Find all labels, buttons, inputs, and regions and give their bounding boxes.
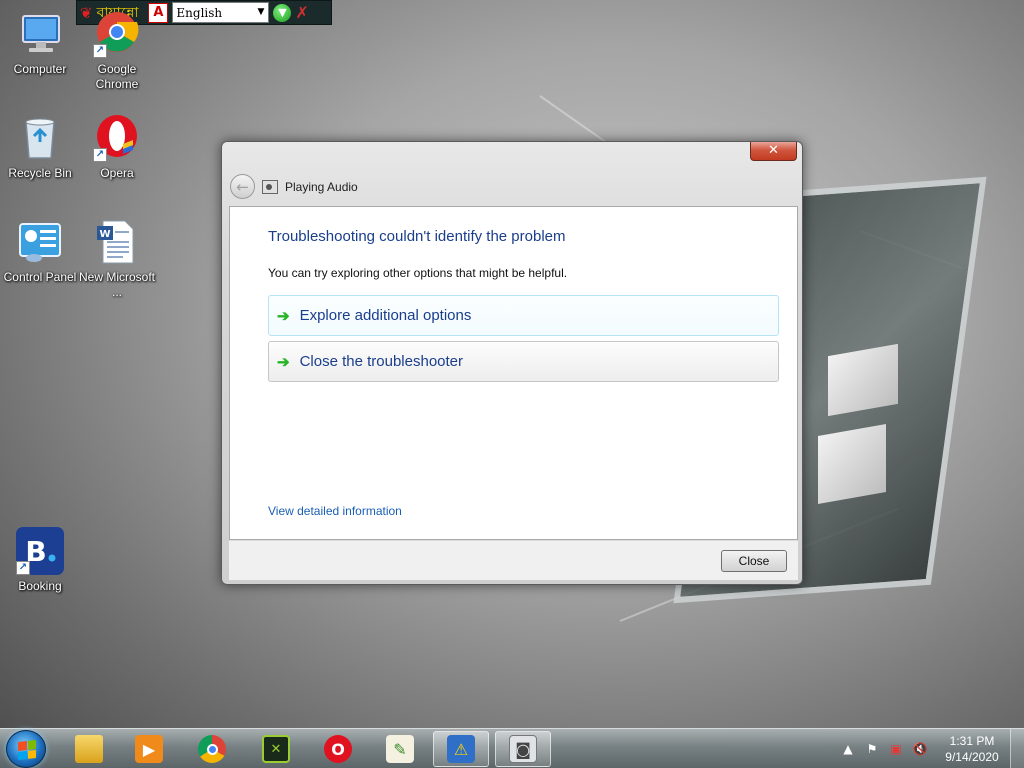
desktop-icon-label: Computer [13,62,67,76]
view-detailed-info-link[interactable]: View detailed information [268,504,402,518]
show-hidden-icons-arrow[interactable]: ▲ [840,741,856,757]
explore-options-link[interactable]: ➔ Explore additional options [268,295,779,336]
clock-time: 1:31 PM [949,734,995,748]
opera-icon: ↗ [93,114,141,162]
audio-troubleshooter-icon: ◙ [509,735,537,763]
booking-icon: B ↗ [16,527,64,575]
result-heading: Troubleshooting couldn't identify the pr… [268,228,566,245]
close-button[interactable]: Close [721,550,787,572]
back-arrow-icon: ← [236,177,249,196]
chrome-icon: ↗ [93,10,141,58]
desktop-icon-label: Opera [100,166,134,180]
taskbar-action-center[interactable]: ⚠ [433,731,489,767]
desktop-icon-label: Control Panel [3,270,77,284]
dialog-footer: Close [229,540,798,580]
back-button[interactable]: ← [230,174,255,199]
taskbar-audio-troubleshooter[interactable]: ◙ [495,731,551,767]
dialog-title: Playing Audio [285,179,358,194]
desktop-icon-booking[interactable]: B ↗ Booking [0,527,80,594]
recycle-bin-icon [16,114,64,162]
windows-flag-icon [18,740,36,760]
result-subtext: You can try exploring other options that… [268,266,568,280]
green-arrow-icon: ➔ [277,307,290,325]
language-select[interactable]: English ▼ [172,2,270,23]
desktop-icon-label: Google Chrome [95,62,139,91]
troubleshooter-dialog: ✕ ← Playing Audio Troubleshooting couldn… [221,141,803,585]
volume-muted-icon[interactable]: 🔇 [912,741,928,757]
taskbar-windows-explorer[interactable] [61,731,117,767]
desktop-icon-computer[interactable]: Computer [0,10,80,77]
clock[interactable]: 1:31 PM 9/14/2020 [942,733,1002,765]
show-desktop-button[interactable] [1010,729,1024,768]
notepad-pen-icon: ✎ [386,735,414,763]
desktop-icon-label: Booking [18,579,62,593]
desktop-icon-opera[interactable]: ↗ Opera [77,114,157,181]
start-button[interactable] [6,730,46,768]
taskbar-media-player[interactable]: ▶ [121,731,177,767]
option-label: Explore additional options [299,307,472,324]
shortcut-arrow-icon: ↗ [93,148,107,162]
chrome-icon [198,735,226,763]
shortcut-arrow-icon: ↗ [93,44,107,58]
close-troubleshooter-link[interactable]: ➔ Close the troubleshooter [268,341,779,382]
dialog-header: ← Playing Audio [230,174,358,199]
action-center-flag-icon[interactable]: ⚑ [864,741,880,757]
taskbar-notepad[interactable]: ✎ [372,731,428,767]
windows-logo-pane [828,343,898,417]
chevron-down-icon: ▼ [257,7,265,17]
network-icon[interactable]: ▣ [888,741,904,757]
windows-explorer-icon [75,735,103,763]
dialog-content: Troubleshooting couldn't identify the pr… [229,206,798,540]
desktop-icon-chrome[interactable]: ↗ Google Chrome [77,10,157,92]
clock-date: 9/14/2020 [945,750,999,764]
system-tray: ▲ ⚑ ▣ 🔇 1:31 PM 9/14/2020 [836,729,1024,768]
option-label: Close the troubleshooter [299,353,464,370]
window-close-button[interactable]: ✕ [750,142,797,161]
close-icon: ✕ [768,143,779,158]
action-center-troubleshooter-icon: ⚠ [447,735,475,763]
windows-logo-pane [818,424,886,504]
language-select-value: English [176,5,223,20]
taskbar-opera[interactable]: O [310,731,366,767]
desktop-icon-word-document[interactable]: W New Microsoft ... [77,218,157,300]
desktop-icon-label: Recycle Bin [8,166,72,180]
taskbar-terminal-app[interactable]: ✕ [248,731,304,767]
taskbar: ▶ ✕ O ✎ ⚠ ◙ ▲ ⚑ ▣ 🔇 1:31 PM 9/14/2020 [0,728,1024,768]
green-arrow-icon: ➔ [277,353,290,371]
word-document-icon: W [93,218,141,266]
computer-icon [16,10,64,58]
opera-icon: O [324,735,352,763]
svg-text:W: W [99,229,110,240]
desktop-icon-control-panel[interactable]: Control Panel [0,218,80,285]
speaker-troubleshooter-icon [262,179,278,194]
desktop-icon-recycle-bin[interactable]: Recycle Bin [0,114,80,181]
control-panel-icon [16,218,64,266]
download-icon[interactable]: ▼ [273,3,292,22]
close-icon[interactable]: ✗ [295,3,308,22]
terminal-app-icon: ✕ [262,735,290,763]
media-player-icon: ▶ [135,735,163,763]
desktop-icon-label: New Microsoft ... [78,270,155,299]
shortcut-arrow-icon: ↗ [16,561,30,575]
taskbar-chrome[interactable] [184,731,240,767]
